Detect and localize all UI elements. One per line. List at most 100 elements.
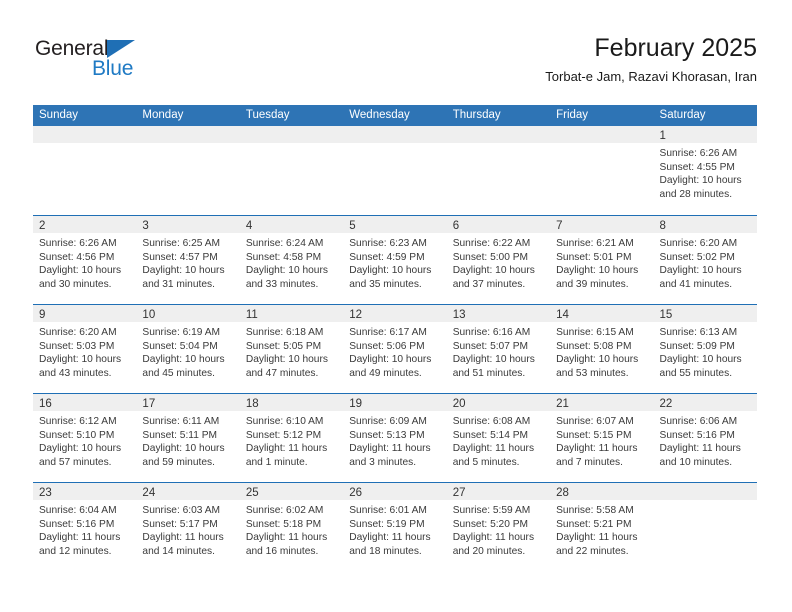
page-subtitle: Torbat-e Jam, Razavi Khorasan, Iran [545,69,757,84]
day-cell[interactable]: 3 Sunrise: 6:25 AM Sunset: 4:57 PM Daylight… [136,216,240,304]
day-cell[interactable]: 28 Sunrise: 5:58 AM Sunset: 5:21 PM Dayligh… [550,483,654,571]
day-number: 15 [659,309,673,321]
day-number: 6 [452,220,460,232]
calendar-weeks: 1 Sunrise: 6:26 AM Sunset: 4:55 PM Daylight… [33,126,757,571]
sunrise-text: Sunrise: 6:15 AM [556,327,634,338]
daylight-text: Daylight: 11 hours and 16 minutes. [245,532,328,557]
day-number: 5 [349,220,356,232]
calendar-week-row: 23 Sunrise: 6:04 AM Sunset: 5:16 PM Dayligh… [33,482,757,571]
day-info: Sunrise: 6:20 AM Sunset: 5:03 PM Daylight:… [33,322,136,380]
day-cell[interactable]: 22 Sunrise: 6:06 AM Sunset: 5:16 PM Dayligh… [653,394,757,482]
sunset-text: Sunset: 5:16 PM [659,429,735,441]
sunrise-text: Sunrise: 6:23 AM [349,238,427,249]
weekday-header-tuesday: Tuesday [245,109,290,121]
day-number: 12 [349,309,363,321]
day-cell-empty [653,483,757,571]
sunset-text: Sunset: 5:20 PM [452,518,529,530]
sunrise-text: Sunrise: 6:08 AM [452,416,531,427]
sunrise-text: Sunrise: 6:20 AM [39,327,117,338]
sunrise-text: Sunrise: 6:22 AM [452,238,531,249]
daylight-text: Daylight: 11 hours and 22 minutes. [556,532,638,557]
day-info: Sunrise: 6:26 AM Sunset: 4:56 PM Daylight:… [33,233,136,291]
sunset-text: Sunset: 5:18 PM [245,518,322,530]
day-number: 25 [245,487,259,499]
day-number-band: 17 [136,394,240,411]
day-info: Sunrise: 6:26 AM Sunset: 4:55 PM Daylight:… [654,143,757,201]
day-cell[interactable]: 18 Sunrise: 6:10 AM Sunset: 5:12 PM Dayligh… [239,394,344,482]
day-cell[interactable]: 4 Sunrise: 6:24 AM Sunset: 4:58 PM Daylight… [239,216,344,304]
day-number-band [653,483,757,500]
daylight-text: Daylight: 10 hours and 33 minutes. [245,265,328,290]
day-cell[interactable]: 13 Sunrise: 6:16 AM Sunset: 5:07 PM Dayligh… [446,305,551,393]
day-number: 1 [659,130,666,142]
day-number-band: 18 [239,394,344,411]
day-cell[interactable]: 12 Sunrise: 6:17 AM Sunset: 5:06 PM Dayligh… [343,305,447,393]
day-cell[interactable]: 24 Sunrise: 6:03 AM Sunset: 5:17 PM Dayligh… [136,483,240,571]
daylight-text: Daylight: 10 hours and 45 minutes. [142,354,225,379]
sunrise-text: Sunrise: 6:10 AM [245,416,324,427]
day-number-band [343,126,447,143]
day-cell[interactable]: 6 Sunrise: 6:22 AM Sunset: 5:00 PM Daylight… [446,216,551,304]
day-cell[interactable]: 9 Sunrise: 6:20 AM Sunset: 5:03 PM Daylight… [33,305,137,393]
sunset-text: Sunset: 5:17 PM [142,518,218,530]
sunset-text: Sunset: 5:21 PM [556,518,632,530]
day-number: 8 [659,220,666,232]
day-cell[interactable]: 2 Sunrise: 6:26 AM Sunset: 4:56 PM Daylight… [33,216,137,304]
sunrise-text: Sunrise: 6:21 AM [556,238,634,249]
day-info: Sunrise: 6:06 AM Sunset: 5:16 PM Daylight:… [654,411,757,469]
day-info: Sunrise: 6:22 AM Sunset: 5:00 PM Daylight:… [447,233,550,291]
day-number: 16 [39,398,52,410]
calendar-table: Sunday Monday Tuesday Wednesday Thursday… [33,105,757,571]
day-number-band: 5 [343,216,447,233]
day-cell[interactable]: 15 Sunrise: 6:13 AM Sunset: 5:09 PM Dayligh… [653,305,757,393]
day-cell[interactable]: 5 Sunrise: 6:23 AM Sunset: 4:59 PM Daylight… [343,216,447,304]
day-number-band: 3 [136,216,240,233]
day-number: 26 [349,487,363,499]
day-info: Sunrise: 6:21 AM Sunset: 5:01 PM Daylight:… [550,233,653,291]
day-cell[interactable]: 1 Sunrise: 6:26 AM Sunset: 4:55 PM Daylight… [653,126,757,215]
day-number: 19 [349,398,363,410]
day-number-band [550,126,654,143]
day-info: Sunrise: 6:24 AM Sunset: 4:58 PM Daylight:… [240,233,343,291]
day-cell[interactable]: 17 Sunrise: 6:11 AM Sunset: 5:11 PM Dayligh… [136,394,240,482]
day-cell[interactable]: 8 Sunrise: 6:20 AM Sunset: 5:02 PM Daylight… [653,216,757,304]
weekday-header-friday: Friday [556,109,589,121]
day-cell[interactable]: 25 Sunrise: 6:02 AM Sunset: 5:18 PM Dayligh… [239,483,344,571]
day-number-band [446,126,551,143]
day-cell[interactable]: 7 Sunrise: 6:21 AM Sunset: 5:01 PM Daylight… [550,216,654,304]
day-info: Sunrise: 6:25 AM Sunset: 4:57 PM Daylight:… [136,233,239,291]
day-number: 13 [452,309,466,321]
sunset-text: Sunset: 5:12 PM [245,429,322,441]
day-cell[interactable]: 10 Sunrise: 6:19 AM Sunset: 5:04 PM Dayligh… [136,305,240,393]
sunrise-text: Sunrise: 6:20 AM [659,238,738,249]
calendar-week-row: 16 Sunrise: 6:12 AM Sunset: 5:10 PM Dayligh… [33,393,757,482]
day-cell[interactable]: 20 Sunrise: 6:08 AM Sunset: 5:14 PM Dayligh… [446,394,551,482]
calendar-week-row: 9 Sunrise: 6:20 AM Sunset: 5:03 PM Daylight… [33,304,757,393]
day-number: 2 [39,220,46,232]
day-info: Sunrise: 6:12 AM Sunset: 5:10 PM Daylight:… [33,411,136,469]
daylight-text: Daylight: 11 hours and 10 minutes. [659,443,741,468]
day-number: 17 [142,398,156,410]
day-number-band [33,126,137,143]
sunset-text: Sunset: 4:57 PM [142,251,218,263]
day-number-band: 11 [239,305,344,322]
daylight-text: Daylight: 11 hours and 14 minutes. [142,532,224,557]
day-cell[interactable]: 26 Sunrise: 6:01 AM Sunset: 5:19 PM Dayligh… [343,483,447,571]
day-info: Sunrise: 5:58 AM Sunset: 5:21 PM Daylight:… [550,500,653,558]
day-info: Sunrise: 6:19 AM Sunset: 5:04 PM Daylight:… [136,322,239,380]
day-cell[interactable]: 21 Sunrise: 6:07 AM Sunset: 5:15 PM Dayligh… [550,394,654,482]
general-blue-logo[interactable]: General Blue [35,37,205,89]
logo-text-blue: Blue [92,57,134,80]
day-cell[interactable]: 14 Sunrise: 6:15 AM Sunset: 5:08 PM Dayligh… [550,305,654,393]
day-cell[interactable]: 16 Sunrise: 6:12 AM Sunset: 5:10 PM Dayligh… [33,394,137,482]
day-cell[interactable]: 27 Sunrise: 5:59 AM Sunset: 5:20 PM Dayligh… [446,483,551,571]
daylight-text: Daylight: 10 hours and 39 minutes. [556,265,639,290]
day-number: 11 [245,309,258,321]
sunset-text: Sunset: 4:58 PM [245,251,322,263]
sunrise-text: Sunrise: 6:07 AM [556,416,634,427]
day-cell[interactable]: 19 Sunrise: 6:09 AM Sunset: 5:13 PM Dayligh… [343,394,447,482]
day-cell[interactable]: 23 Sunrise: 6:04 AM Sunset: 5:16 PM Dayligh… [33,483,137,571]
day-cell[interactable]: 11 Sunrise: 6:18 AM Sunset: 5:05 PM Dayligh… [239,305,344,393]
day-info: Sunrise: 6:08 AM Sunset: 5:14 PM Daylight:… [447,411,550,469]
day-info: Sunrise: 6:01 AM Sunset: 5:19 PM Daylight:… [343,500,446,558]
